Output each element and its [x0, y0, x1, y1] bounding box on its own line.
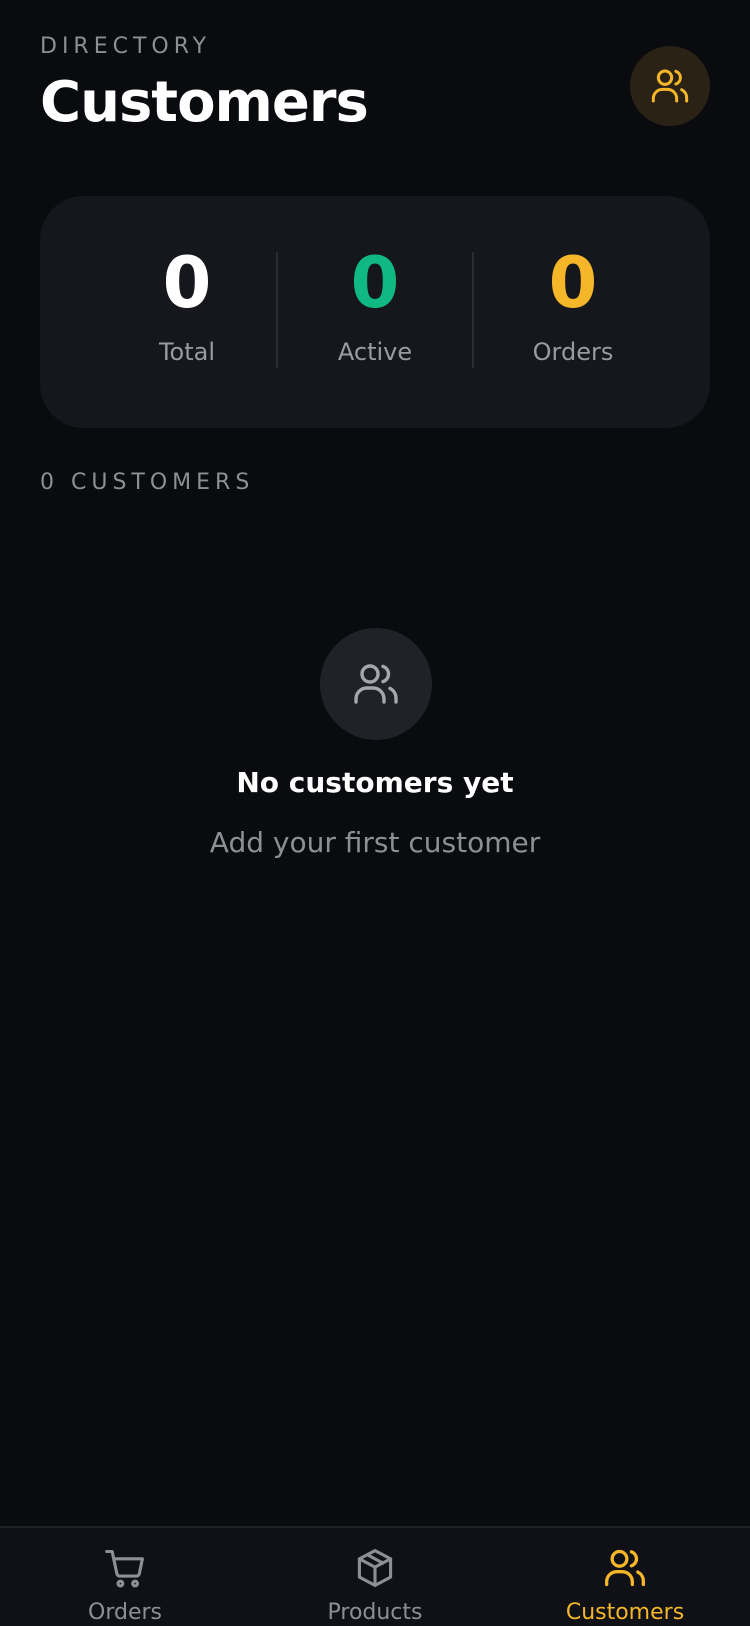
stat-total: 0 Total	[88, 196, 286, 428]
page-title: Customers	[40, 70, 369, 135]
cart-icon	[105, 1549, 144, 1588]
tab-orders[interactable]: Orders	[0, 1528, 250, 1626]
tab-products-label: Products	[327, 1600, 423, 1625]
tab-orders-label: Orders	[88, 1600, 162, 1625]
customer-count-label: 0 CUSTOMERS	[40, 470, 255, 495]
bottom-tab-bar: Orders Products Customers	[0, 1526, 750, 1626]
stat-total-label: Total	[158, 338, 216, 366]
box-icon	[357, 1549, 393, 1587]
users-icon	[651, 69, 689, 103]
tab-products[interactable]: Products	[250, 1528, 500, 1626]
stat-active-value: 0	[350, 242, 400, 324]
empty-state-title: No customers yet	[236, 766, 514, 799]
page-eyebrow: DIRECTORY	[40, 34, 212, 59]
stat-active-label: Active	[337, 338, 413, 366]
stat-active: 0 Active	[276, 196, 474, 428]
page-header: DIRECTORY Customers	[40, 34, 710, 135]
stat-orders-value: 0	[548, 242, 598, 324]
tab-customers[interactable]: Customers	[500, 1528, 750, 1626]
tab-customers-label: Customers	[565, 1600, 685, 1625]
empty-state-subtitle: Add your first customer	[209, 826, 541, 859]
stats-card: 0 Total 0 Active 0 Orders	[40, 196, 710, 428]
customers-header-button[interactable]	[630, 46, 710, 126]
stat-total-value: 0	[162, 242, 212, 324]
stat-orders: 0 Orders	[474, 196, 672, 428]
empty-state-icon-wrap	[320, 628, 432, 740]
users-icon	[605, 1549, 645, 1587]
stat-orders-label: Orders	[532, 338, 614, 366]
users-icon	[354, 664, 398, 704]
